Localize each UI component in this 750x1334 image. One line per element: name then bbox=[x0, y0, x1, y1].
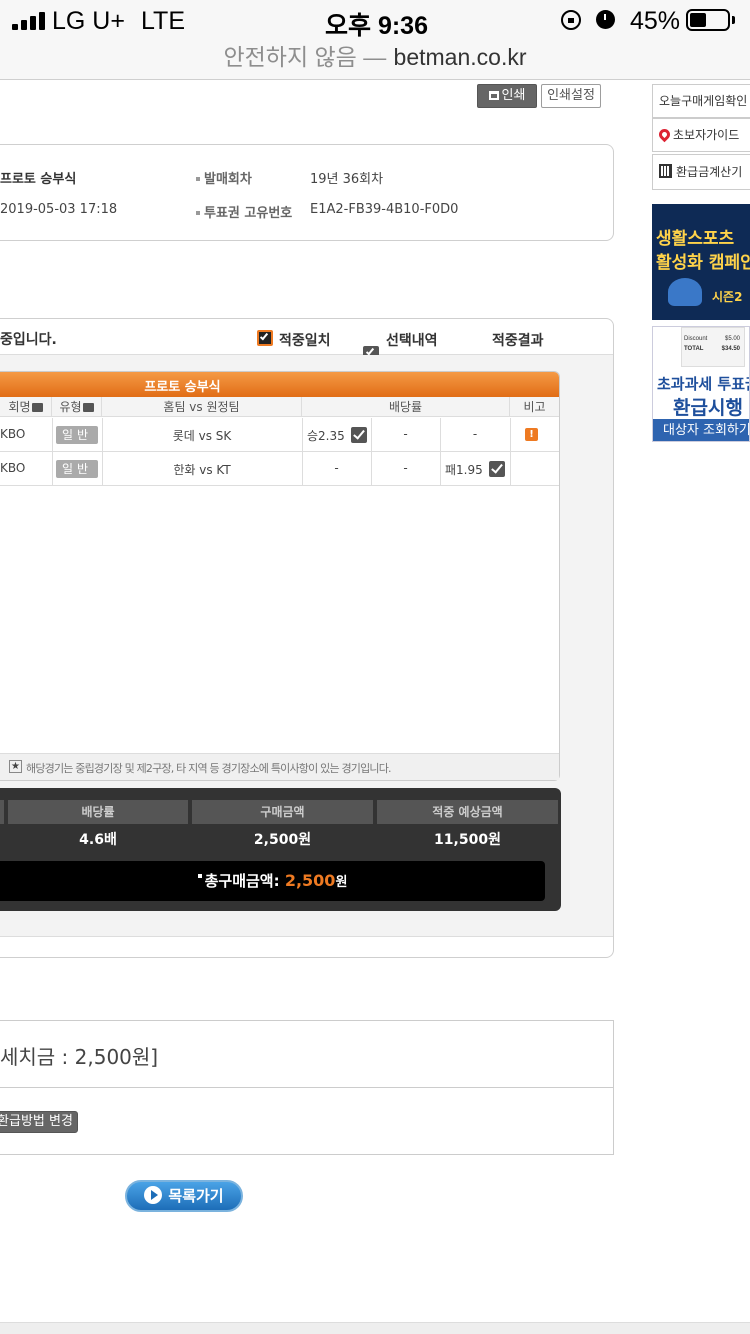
ticket-id-value: E1A2-FB39-4B10-F0D0 bbox=[310, 202, 459, 217]
refund-calculator-link[interactable]: 환급금계산기 bbox=[652, 154, 750, 190]
today-games-link[interactable]: 오늘구매게임확인 bbox=[652, 84, 750, 118]
game-name: 프로토 승부식 bbox=[0, 172, 77, 187]
summary-expected-header: 적중 예상금액 bbox=[377, 800, 558, 824]
row-league: KBO bbox=[0, 427, 26, 441]
athlete-illustration bbox=[668, 278, 702, 306]
notice-icon[interactable]: ! bbox=[525, 428, 538, 441]
row-odds-draw: - bbox=[403, 461, 408, 475]
summary-amount-value: 2,500원 bbox=[253, 832, 312, 848]
total-unit: 원 bbox=[335, 875, 348, 890]
round-label: 발매회차 bbox=[196, 168, 252, 187]
row-teams: 롯데 vs SK bbox=[172, 429, 232, 443]
row-type-badge: 일반 bbox=[56, 426, 98, 444]
refund-divider bbox=[0, 1087, 613, 1088]
refund-box: 세치금 : 2,500원] 환급방법 변경 bbox=[0, 1020, 614, 1155]
ticket-id-label: 투표권 고유번호 bbox=[196, 202, 292, 221]
row-divider bbox=[0, 451, 559, 452]
selected-check-icon bbox=[351, 427, 367, 443]
print-button[interactable]: 인쇄 bbox=[477, 84, 537, 108]
table-title: 프로토 승부식 bbox=[144, 380, 221, 395]
match-legend-icon bbox=[257, 330, 273, 346]
selection-legend-label: 선택내역 bbox=[386, 333, 438, 349]
signal-icon bbox=[12, 12, 48, 30]
banner-season: 시즌2 bbox=[712, 290, 743, 304]
carrier-label: LG U+ bbox=[52, 7, 125, 35]
match-legend-label: 적중일치 bbox=[279, 333, 331, 349]
printer-icon bbox=[488, 91, 499, 100]
play-circle-icon bbox=[144, 1186, 163, 1204]
col-odds-header: 배당률 bbox=[302, 397, 510, 417]
total-purchase-bar: 총구매금액: 2,500원 bbox=[0, 861, 545, 901]
insecure-label: 안전하지 않음 — bbox=[223, 44, 387, 70]
print-settings-button[interactable]: 인쇄설정 bbox=[541, 84, 601, 108]
row-teams: 한화 vs KT bbox=[173, 463, 231, 477]
receipt-illustration: Discount $5.00 TOTAL $34.50 bbox=[681, 327, 745, 367]
alarm-icon bbox=[596, 10, 615, 29]
back-to-list-label: 목록가기 bbox=[168, 1187, 224, 1205]
row-odds-win: 승2.35 bbox=[307, 429, 345, 443]
total-label: 총구매금액: bbox=[204, 872, 280, 890]
summary-odds-header: 배당률 bbox=[8, 800, 188, 824]
calculator-icon bbox=[659, 164, 672, 178]
sports-campaign-banner[interactable]: 생활스포츠 활성화 캠페인 시즌2 bbox=[652, 204, 750, 320]
detail-header: 중입니다. 적중일치 선택내역 적중결과 bbox=[0, 319, 613, 378]
col-note-header: 비고 bbox=[523, 400, 546, 414]
selected-check-icon bbox=[489, 461, 505, 477]
total-bullet bbox=[197, 874, 202, 878]
tax-banner-line-1: 초과과세 투표권 bbox=[657, 375, 750, 393]
refund-amount-text: 세치금 : 2,500원] bbox=[0, 1045, 159, 1069]
address-bar[interactable]: 안전하지 않음 — betman.co.kr bbox=[0, 38, 750, 70]
change-refund-method-button[interactable]: 환급방법 변경 bbox=[0, 1111, 78, 1133]
sort-down-icon bbox=[31, 403, 43, 412]
banner-line-2: 활성화 캠페인 bbox=[656, 253, 750, 273]
purchase-datetime: 2019-05-03 17:18 bbox=[0, 202, 118, 217]
orientation-lock-icon bbox=[561, 10, 581, 30]
print-label: 인쇄 bbox=[501, 88, 526, 103]
tax-banner-line-2: 환급시행 bbox=[673, 397, 743, 419]
star-icon: ★ bbox=[9, 760, 22, 773]
row-odds-draw: - bbox=[403, 427, 408, 441]
col-divider bbox=[52, 418, 53, 485]
col-divider bbox=[510, 418, 511, 485]
back-to-list-button[interactable]: 목록가기 bbox=[125, 1180, 243, 1212]
tax-banner-footer: 대상자 조회하기 bbox=[653, 419, 749, 441]
beginner-guide-link[interactable]: 초보자가이드 bbox=[652, 118, 750, 152]
col-type-header[interactable]: 유형 bbox=[52, 397, 102, 417]
domain-label: betman.co.kr bbox=[393, 44, 527, 70]
row-type-badge: 일반 bbox=[56, 460, 98, 478]
summary-expected-value: 11,500원 bbox=[434, 832, 501, 848]
row-odds-win: - bbox=[334, 461, 339, 475]
banner-line-1: 생활스포츠 bbox=[656, 229, 735, 249]
round-value: 19년 36회차 bbox=[310, 172, 384, 187]
row-divider bbox=[0, 485, 559, 486]
result-legend-label: 적중결과 bbox=[492, 333, 544, 349]
table-footnote: ★ 해당경기는 중립경기장 및 제2구장, 타 지역 등 경기장소에 특이사항이… bbox=[0, 753, 559, 780]
network-label: LTE bbox=[141, 7, 185, 35]
table-title-bar: 프로토 승부식 bbox=[0, 372, 559, 398]
clock: 오후 9:36 bbox=[325, 12, 428, 40]
battery-icon bbox=[686, 9, 730, 31]
section-title: 중입니다. bbox=[0, 332, 57, 348]
summary-amount-header: 구매금액 bbox=[192, 800, 373, 824]
ticket-info-box: 프로토 승부식 2019-05-03 17:18 발매회차 19년 36회차 투… bbox=[0, 144, 614, 241]
row-odds-loss: 패1.95 bbox=[445, 463, 483, 477]
total-value: 2,500 bbox=[284, 871, 336, 890]
location-pin-icon bbox=[656, 126, 673, 143]
sort-down-icon bbox=[82, 403, 94, 412]
tax-refund-banner[interactable]: Discount $5.00 TOTAL $34.50 초과과세 투표권 환급시… bbox=[652, 326, 750, 442]
battery-cap bbox=[732, 16, 735, 24]
col-league-header[interactable]: 회명 bbox=[0, 397, 52, 417]
col-teams-header: 홈팀 vs 원정팀 bbox=[102, 397, 302, 417]
summary-left-header bbox=[0, 800, 4, 824]
row-league: KBO bbox=[0, 461, 26, 475]
summary-odds-value: 4.6배 bbox=[79, 832, 117, 848]
status-bar: LG U+ LTE 오후 9:36 45% 안전하지 않음 — betman.c… bbox=[0, 0, 750, 80]
footer-strip bbox=[0, 1322, 750, 1334]
battery-percent: 45% bbox=[630, 7, 681, 35]
row-odds-loss: - bbox=[472, 427, 478, 441]
